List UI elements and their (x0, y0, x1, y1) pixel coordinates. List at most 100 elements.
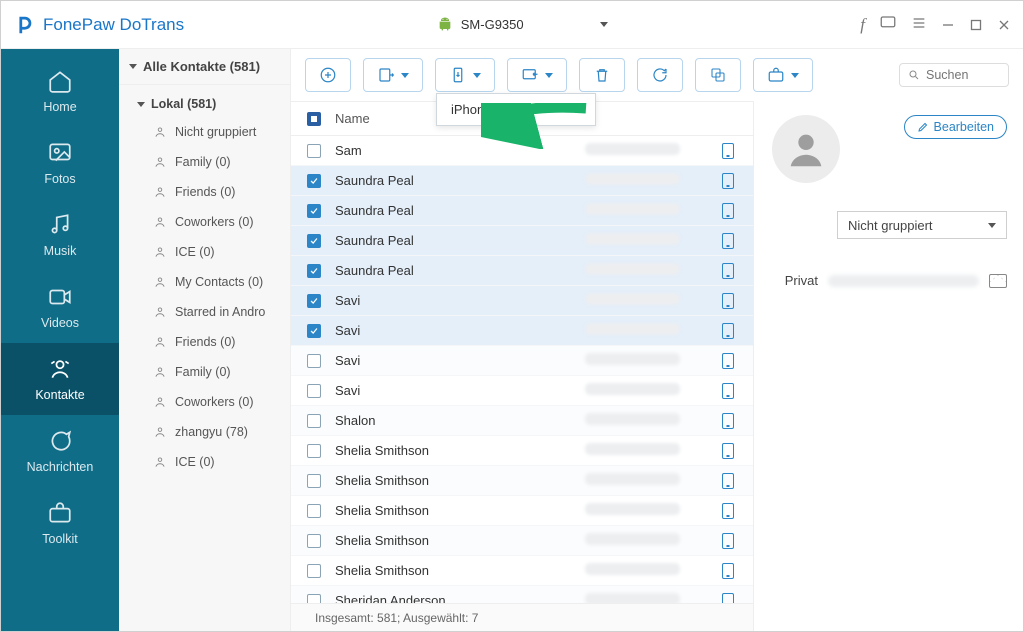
phone-blurred (585, 563, 680, 575)
device-selector[interactable]: SM-G9350 (429, 11, 616, 38)
sidebar-item-videos[interactable]: Videos (1, 271, 119, 343)
delete-button[interactable] (579, 58, 625, 92)
contact-name: Shelia Smithson (335, 443, 575, 458)
table-row[interactable]: Savi (291, 346, 753, 376)
table-row[interactable]: Shalon (291, 406, 753, 436)
sidebar-item-contacts[interactable]: Kontakte (1, 343, 119, 415)
table-row[interactable]: Saundra Peal (291, 166, 753, 196)
device-icon (722, 323, 734, 339)
row-checkbox[interactable] (307, 534, 321, 548)
row-checkbox[interactable] (307, 504, 321, 518)
table-row[interactable]: Saundra Peal (291, 256, 753, 286)
contact-name: Shalon (335, 413, 575, 428)
sidebar-item-label: Fotos (44, 172, 75, 186)
tree-item[interactable]: Coworkers (0) (119, 387, 290, 417)
table-row[interactable]: Shelia Smithson (291, 556, 753, 586)
tree-item[interactable]: ICE (0) (119, 447, 290, 477)
chevron-down-icon (545, 73, 553, 78)
sidebar-item-toolkit[interactable]: Toolkit (1, 487, 119, 559)
tree-header[interactable]: Alle Kontakte (581) (119, 49, 290, 85)
table-row[interactable]: Shelia Smithson (291, 496, 753, 526)
contact-name: Sam (335, 143, 575, 158)
tree-item[interactable]: ICE (0) (119, 237, 290, 267)
row-checkbox[interactable] (307, 144, 321, 158)
table-row[interactable]: Shelia Smithson (291, 466, 753, 496)
tree-item[interactable]: Starred in Andro (119, 297, 290, 327)
tree-item[interactable]: Coworkers (0) (119, 207, 290, 237)
row-checkbox[interactable] (307, 444, 321, 458)
phone-blurred (585, 323, 680, 335)
sidebar: Home Fotos Musik Videos Kontakte Nachric… (1, 49, 119, 631)
select-all-checkbox[interactable] (307, 112, 321, 126)
row-checkbox[interactable] (307, 594, 321, 604)
device-icon (722, 233, 734, 249)
table-row[interactable]: Savi (291, 376, 753, 406)
tree-item[interactable]: Friends (0) (119, 327, 290, 357)
phone-blurred (585, 263, 680, 275)
table-row[interactable]: Savi (291, 316, 753, 346)
feedback-icon[interactable] (879, 14, 897, 35)
row-checkbox[interactable] (307, 564, 321, 578)
transfer-to-device-button[interactable]: iPhone 7 (435, 58, 495, 92)
table-row[interactable]: Shelia Smithson (291, 526, 753, 556)
backup-button[interactable] (753, 58, 813, 92)
tree-item[interactable]: Friends (0) (119, 177, 290, 207)
row-checkbox[interactable] (307, 174, 321, 188)
table-row[interactable]: Sam (291, 136, 753, 166)
row-checkbox[interactable] (307, 414, 321, 428)
device-icon (722, 563, 734, 579)
mail-icon[interactable] (989, 274, 1007, 288)
table-row[interactable]: Saundra Peal (291, 226, 753, 256)
row-checkbox[interactable] (307, 294, 321, 308)
row-checkbox[interactable] (307, 474, 321, 488)
table-row[interactable]: Sheridan Anderson (291, 586, 753, 603)
device-icon (722, 353, 734, 369)
minimize-button[interactable] (941, 18, 955, 32)
close-button[interactable] (997, 18, 1011, 32)
row-checkbox[interactable] (307, 354, 321, 368)
table-row[interactable]: Savi (291, 286, 753, 316)
dropdown-item-iphone7[interactable]: iPhone 7 (437, 94, 595, 125)
row-checkbox[interactable] (307, 264, 321, 278)
sidebar-item-label: Home (43, 100, 76, 114)
sidebar-item-home[interactable]: Home (1, 55, 119, 127)
menu-icon[interactable] (911, 15, 927, 34)
group-select[interactable]: Nicht gruppiert (837, 211, 1007, 239)
tree-item[interactable]: Family (0) (119, 147, 290, 177)
tree-item[interactable]: Family (0) (119, 357, 290, 387)
row-checkbox[interactable] (307, 324, 321, 338)
phone-blurred (585, 473, 680, 485)
maximize-button[interactable] (969, 18, 983, 32)
tree-item[interactable]: My Contacts (0) (119, 267, 290, 297)
sidebar-item-label: Videos (41, 316, 79, 330)
row-checkbox[interactable] (307, 234, 321, 248)
row-checkbox[interactable] (307, 204, 321, 218)
contact-name: Saundra Peal (335, 173, 575, 188)
device-icon (722, 383, 734, 399)
device-icon (722, 173, 734, 189)
tree-item[interactable]: Nicht gruppiert (119, 117, 290, 147)
tree-item[interactable]: zhangyu (78) (119, 417, 290, 447)
import-button[interactable] (507, 58, 567, 92)
table-row[interactable]: Saundra Peal (291, 196, 753, 226)
contact-detail-pane: Bearbeiten Nicht gruppiert Privat (753, 101, 1023, 631)
phone-blurred (585, 353, 680, 365)
export-button[interactable] (363, 58, 423, 92)
sidebar-item-messages[interactable]: Nachrichten (1, 415, 119, 487)
sidebar-item-music[interactable]: Musik (1, 199, 119, 271)
refresh-button[interactable] (637, 58, 683, 92)
tree-group-local[interactable]: Lokal (581) (119, 89, 290, 117)
pencil-icon (917, 121, 929, 133)
facebook-icon[interactable]: f (860, 15, 865, 35)
table-row[interactable]: Shelia Smithson (291, 436, 753, 466)
device-target-dropdown: iPhone 7 (436, 93, 596, 126)
phone-blurred (585, 173, 680, 185)
search-input[interactable] (899, 63, 1009, 87)
row-checkbox[interactable] (307, 384, 321, 398)
chevron-down-icon (791, 73, 799, 78)
add-contact-button[interactable] (305, 58, 351, 92)
sidebar-item-photos[interactable]: Fotos (1, 127, 119, 199)
device-icon (722, 293, 734, 309)
edit-button[interactable]: Bearbeiten (904, 115, 1007, 139)
merge-button[interactable] (695, 58, 741, 92)
